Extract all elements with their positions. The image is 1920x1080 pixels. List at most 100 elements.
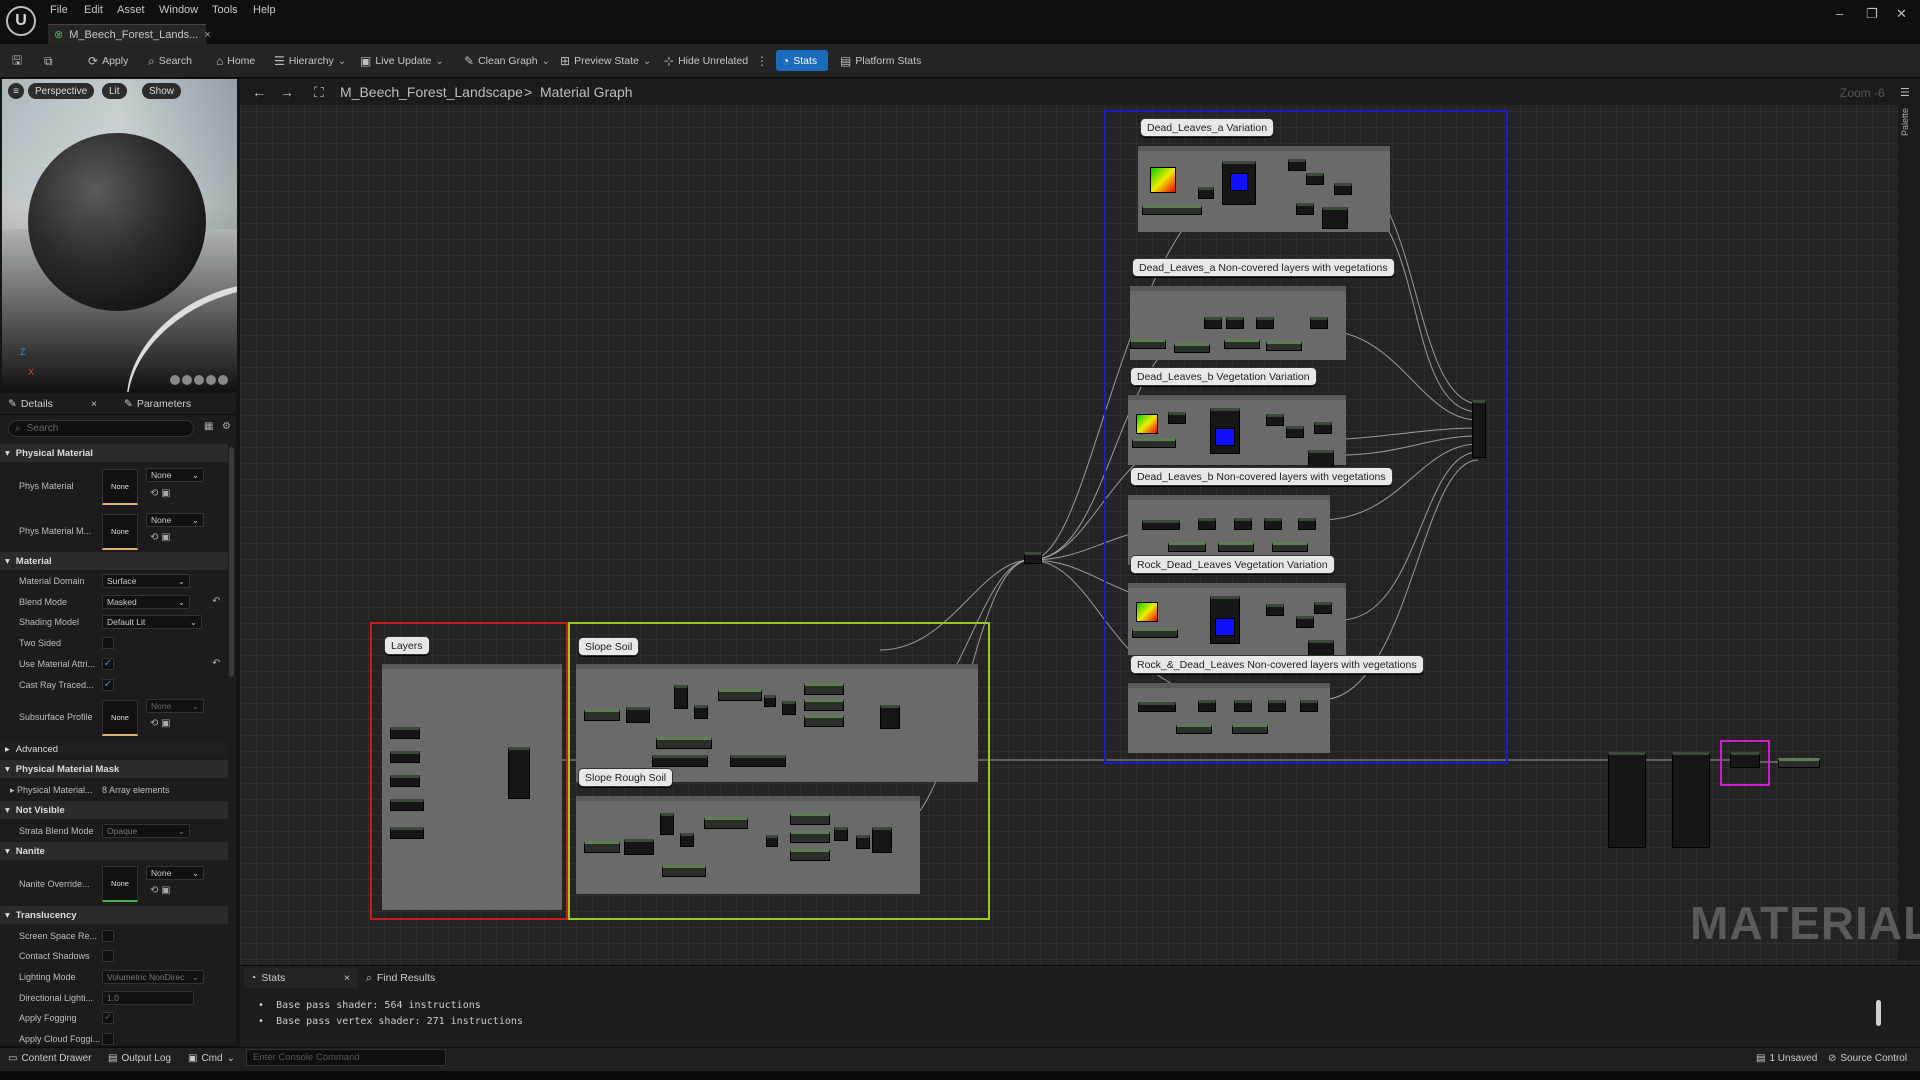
comment-title[interactable]: Dead_Leaves_b Non-covered layers with ve… (1130, 467, 1393, 486)
source-control-button[interactable]: ⊘ Source Control (1828, 1053, 1907, 1064)
browse-icon[interactable]: ⧉ (44, 52, 53, 70)
screen-space-reflections-checkbox[interactable] (102, 930, 114, 942)
comment-node[interactable] (1130, 286, 1346, 360)
stats-button[interactable]: ◔ Stats (776, 50, 828, 71)
subsurface-profile-dropdown[interactable]: None ⌄ (146, 699, 204, 713)
output-node[interactable] (1672, 752, 1710, 848)
minimize-icon[interactable]: – (1836, 6, 1843, 21)
content-drawer-button[interactable]: ▭ Content Drawer (8, 1053, 91, 1064)
close-details-icon[interactable]: × (91, 398, 97, 410)
comment-title[interactable]: Slope Soil (578, 637, 640, 656)
menu-help[interactable]: Help (253, 4, 276, 16)
phys-material-m-dropdown[interactable]: None ⌄ (146, 513, 204, 527)
phys-material-thumbnail[interactable]: None (102, 469, 138, 505)
console-command-input[interactable]: Enter Console Command (246, 1049, 446, 1066)
comment-node[interactable] (1128, 583, 1346, 658)
selected-node[interactable] (1730, 752, 1760, 768)
breadcrumb-current[interactable]: Material Graph (540, 84, 633, 100)
menu-edit[interactable]: Edit (84, 4, 103, 16)
comment-title[interactable]: Slope Rough Soil (578, 768, 674, 787)
live-update-button[interactable]: ▣ Live Update ⌄ (360, 52, 444, 70)
contact-shadows-checkbox[interactable] (102, 950, 114, 962)
section-physical-material[interactable]: ▾ Physical Material (0, 444, 228, 462)
section-physical-material-mask[interactable]: ▾ Physical Material Mask (0, 760, 228, 778)
sphere-shape-icon[interactable] (182, 375, 192, 385)
graph-hierarchy-icon[interactable]: ⛶ (314, 84, 324, 101)
use-selected-icon[interactable]: ⟲ ▣ (150, 718, 171, 729)
output-log-button[interactable]: ▤ Output Log (108, 1053, 171, 1064)
comment-title[interactable]: Dead_Leaves_b Vegetation Variation (1130, 367, 1317, 386)
directional-lighting-input[interactable]: 1.0 (102, 991, 194, 1005)
comment-node[interactable] (576, 796, 920, 894)
phys-material-dropdown[interactable]: None ⌄ (146, 468, 204, 482)
cmd-dropdown[interactable]: ▣ Cmd ⌄ (188, 1053, 235, 1064)
nanite-override-thumbnail[interactable]: None (102, 866, 138, 902)
strata-blend-mode-dropdown[interactable]: Opaque ⌄ (102, 824, 190, 838)
tab-parameters[interactable]: ✎ Parameters (124, 398, 191, 410)
lighting-mode-dropdown[interactable]: Volumetric NonDirec ⌄ (102, 970, 204, 984)
tab-stats[interactable]: ◔ Stats × (244, 968, 358, 988)
comment-node[interactable] (382, 664, 562, 910)
use-selected-icon[interactable]: ⟲ ▣ (150, 488, 171, 499)
blend-node[interactable] (1472, 400, 1486, 458)
phys-material-m-thumbnail[interactable]: None (102, 514, 138, 550)
comment-title[interactable]: Layers (384, 636, 430, 655)
palette-sidebar[interactable] (1898, 80, 1920, 960)
clean-graph-button[interactable]: ✎ Clean Graph ⌄ (464, 52, 550, 70)
blend-mode-dropdown[interactable]: Masked ⌄ (102, 595, 190, 609)
apply-button[interactable]: ⟳ Apply (88, 52, 128, 70)
comment-node[interactable] (1138, 146, 1390, 232)
section-nanite[interactable]: ▾ Nanite (0, 842, 228, 860)
preview-viewport[interactable]: Z X (2, 79, 237, 392)
perspective-button[interactable]: Perspective (28, 83, 95, 99)
comment-title[interactable]: Rock_Dead_Leaves Vegetation Variation (1130, 555, 1335, 574)
unsaved-indicator[interactable]: ▤ 1 Unsaved (1756, 1053, 1817, 1064)
close-stats-icon[interactable]: × (344, 972, 350, 984)
details-search-input[interactable]: ⌕ Search (8, 420, 194, 437)
apply-cloud-fogging-checkbox[interactable] (102, 1033, 114, 1045)
comment-title[interactable]: Dead_Leaves_a Variation (1140, 118, 1275, 137)
stats-scrollbar[interactable] (1876, 1000, 1881, 1026)
menu-window[interactable]: Window (159, 4, 198, 16)
use-selected-icon[interactable]: ⟲ ▣ (150, 885, 171, 896)
section-not-visible[interactable]: ▾ Not Visible (0, 801, 228, 819)
unreal-logo-icon[interactable]: U (6, 6, 36, 36)
comment-title[interactable]: Dead_Leaves_a Non-covered layers with ve… (1132, 258, 1395, 277)
use-selected-icon[interactable]: ⟲ ▣ (150, 532, 171, 543)
reset-to-default-icon[interactable]: ↶ (212, 658, 220, 669)
home-button[interactable]: ⌂ Home (216, 52, 255, 70)
menu-tools[interactable]: Tools (212, 4, 238, 16)
apply-fogging-checkbox[interactable]: ✓ (102, 1012, 114, 1024)
subsurface-profile-thumbnail[interactable]: None (102, 700, 138, 736)
reroute-node[interactable] (1024, 552, 1042, 564)
menu-asset[interactable]: Asset (117, 4, 145, 16)
save-icon[interactable]: 🖫 (12, 52, 22, 70)
comment-node[interactable] (576, 664, 978, 782)
close-window-icon[interactable]: ✕ (1896, 6, 1907, 22)
breadcrumb-root[interactable]: M_Beech_Forest_Landscape (340, 84, 523, 100)
tab-details[interactable]: ✎ Details × (8, 398, 97, 410)
table-view-icon[interactable]: ▦ (204, 421, 213, 432)
palette-label[interactable]: Palette (1900, 108, 1910, 136)
use-material-attributes-checkbox[interactable]: ✓ (102, 658, 114, 670)
section-advanced[interactable]: ▸ Advanced (0, 740, 228, 758)
palette-list-icon[interactable]: ☰ (1900, 86, 1910, 99)
comment-node[interactable] (1128, 395, 1346, 468)
comment-title[interactable]: Rock_&_Dead_Leaves Non-covered layers wi… (1130, 655, 1424, 674)
comment-node[interactable] (1128, 683, 1330, 753)
cast-ray-traced-checkbox[interactable]: ✓ (102, 679, 114, 691)
section-translucency[interactable]: ▾ Translucency (0, 906, 228, 924)
settings-gear-icon[interactable]: ⚙ (222, 421, 231, 432)
show-button[interactable]: Show (142, 83, 182, 99)
details-scrollbar[interactable] (229, 447, 234, 677)
menu-file[interactable]: File (50, 4, 68, 16)
restore-icon[interactable]: ❐ (1866, 6, 1878, 22)
material-domain-dropdown[interactable]: Surface ⌄ (102, 574, 190, 588)
shading-model-dropdown[interactable]: Default Lit ⌄ (102, 615, 202, 629)
preview-state-button[interactable]: ⊞ Preview State ⌄ (560, 52, 651, 70)
two-sided-checkbox[interactable] (102, 637, 114, 649)
custom-mesh-icon[interactable] (218, 375, 228, 385)
forward-arrow-icon[interactable]: → (280, 84, 294, 100)
document-tab[interactable]: ⊗ M_Beech_Forest_Lands... × (48, 24, 211, 44)
hide-unrelated-button[interactable]: ⊹ Hide Unrelated (664, 52, 748, 70)
